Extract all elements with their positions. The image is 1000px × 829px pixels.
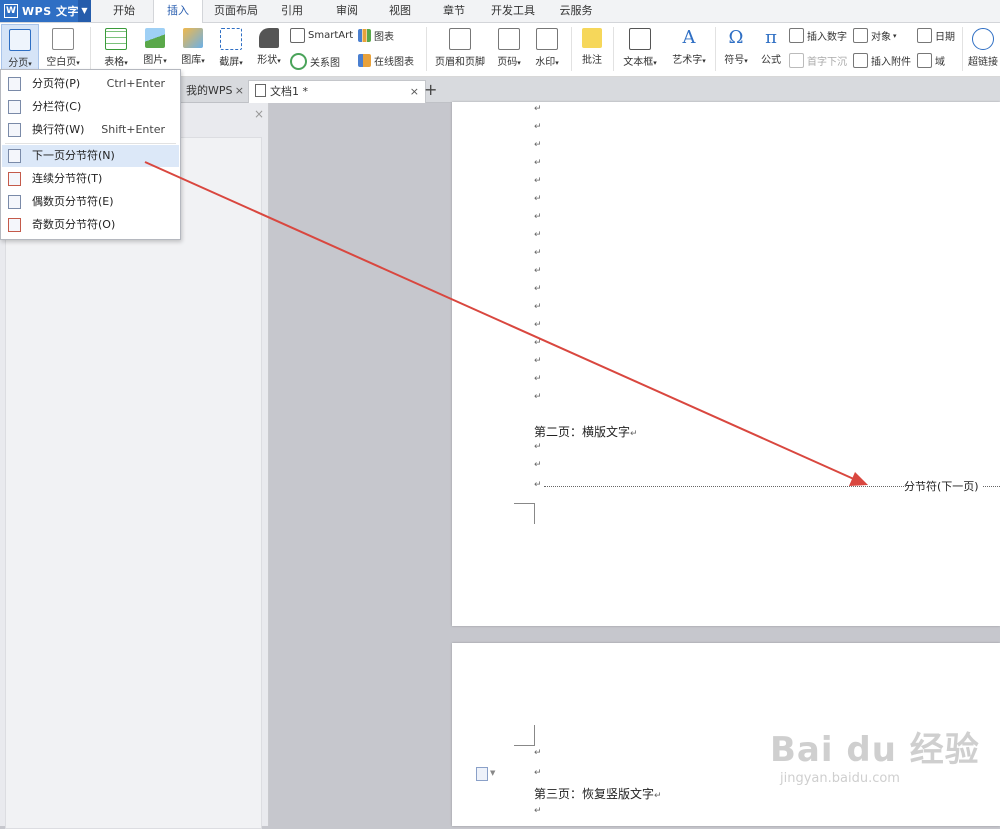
watermark-url: jingyan.baidu.com	[780, 771, 900, 786]
arrow-line	[144, 161, 857, 481]
watermark-brand: Bai du 经验	[770, 730, 980, 770]
annotation-arrow	[144, 161, 868, 486]
baidu-watermark: Bai du 经验 jingyan.baidu.com	[770, 722, 990, 812]
